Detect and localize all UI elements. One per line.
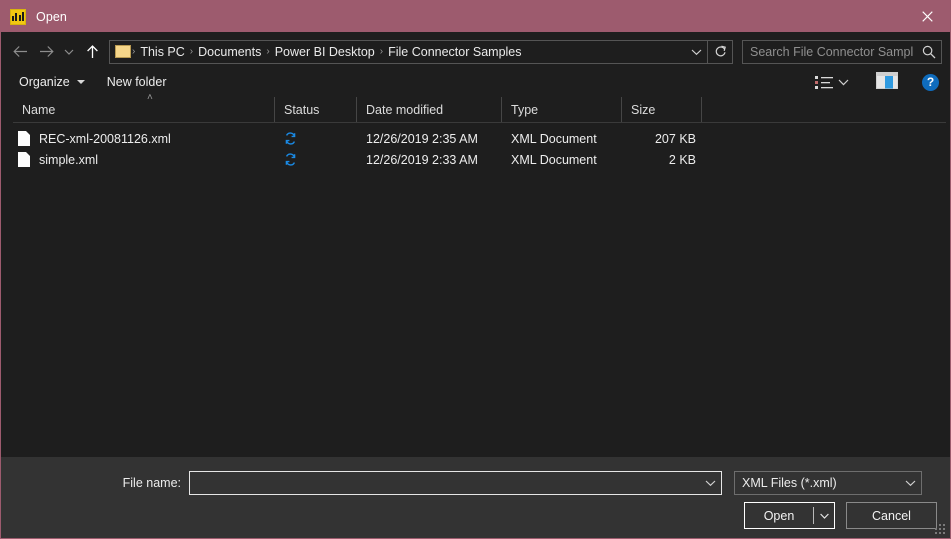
file-name-label: simple.xml xyxy=(39,152,99,167)
breadcrumb-item-documents[interactable]: Documents xyxy=(194,45,265,59)
file-name-cell[interactable]: simple.xml xyxy=(13,152,275,167)
file-type-cell: XML Document xyxy=(511,152,597,167)
file-list[interactable]: REC-xml-20081126.xml 12/26/2019 2:35 AM … xyxy=(1,123,950,457)
preview-pane-button[interactable] xyxy=(868,69,906,95)
column-header-type[interactable]: Type xyxy=(502,97,622,122)
file-size-cell: 207 KB xyxy=(654,131,696,146)
window-title: Open xyxy=(36,9,67,24)
preview-pane-icon xyxy=(876,72,898,89)
view-caret-icon[interactable] xyxy=(837,75,849,89)
file-name-label-static: File name: xyxy=(122,476,181,490)
search-box[interactable] xyxy=(742,39,942,64)
xml-document-icon xyxy=(18,131,30,146)
cancel-button[interactable]: Cancel xyxy=(846,502,937,529)
file-type-cell: XML Document xyxy=(511,131,597,146)
file-name-input[interactable] xyxy=(190,476,699,490)
table-row[interactable]: REC-xml-20081126.xml 12/26/2019 2:35 AM … xyxy=(13,128,946,149)
file-date-cell: 12/26/2019 2:33 AM xyxy=(366,152,478,167)
recent-locations-button[interactable] xyxy=(59,39,79,65)
breadcrumb-item-power-bi-desktop[interactable]: Power BI Desktop xyxy=(271,45,379,59)
refresh-icon[interactable] xyxy=(707,40,732,63)
breadcrumb-item-file-connector-samples[interactable]: File Connector Samples xyxy=(384,45,525,59)
table-row[interactable]: simple.xml 12/26/2019 2:33 AM XML Docume… xyxy=(13,149,946,170)
dialog-footer: File name: XML Files (*.xml) Open Cancel xyxy=(1,457,950,538)
folder-icon xyxy=(115,45,131,58)
column-header-row: ˄ Name Status Date modified Type Size xyxy=(13,93,946,123)
file-type-filter-select[interactable]: XML Files (*.xml) xyxy=(734,471,922,495)
new-folder-label: New folder xyxy=(106,75,167,89)
new-folder-button[interactable]: New folder xyxy=(101,72,173,92)
dialog-buttons: Open Cancel xyxy=(744,502,937,529)
cancel-label: Cancel xyxy=(872,508,911,523)
file-name-dropdown-icon[interactable] xyxy=(699,472,721,494)
breadcrumb-item-this-pc[interactable]: This PC xyxy=(136,45,188,59)
file-name-combobox[interactable] xyxy=(189,471,722,495)
file-date-cell: 12/26/2019 2:35 AM xyxy=(366,131,478,146)
open-file-dialog: Open › This PC › Documents › Power BI De… xyxy=(0,0,951,539)
column-header-size[interactable]: Size xyxy=(622,97,702,122)
powerbi-chart-icon xyxy=(10,8,26,25)
file-type-filter-chevron-icon[interactable] xyxy=(899,472,921,494)
search-icon[interactable] xyxy=(917,41,941,63)
file-size-cell: 2 KB xyxy=(668,152,696,167)
onedrive-sync-icon xyxy=(284,132,297,145)
column-header-name[interactable]: Name xyxy=(13,97,275,122)
file-status-cell xyxy=(275,153,357,166)
search-input[interactable] xyxy=(743,44,917,59)
view-options-button[interactable] xyxy=(810,72,854,92)
xml-document-icon xyxy=(18,152,30,167)
list-view-icon xyxy=(815,76,833,89)
help-icon[interactable]: ? xyxy=(922,73,939,91)
address-bar[interactable]: › This PC › Documents › Power BI Desktop… xyxy=(109,39,733,64)
column-header-status[interactable]: Status xyxy=(275,97,357,122)
breadcrumb: › This PC › Documents › Power BI Desktop… xyxy=(131,45,685,59)
navigation-bar: › This PC › Documents › Power BI Desktop… xyxy=(1,36,950,67)
file-name-cell[interactable]: REC-xml-20081126.xml xyxy=(13,131,275,146)
open-dropdown-icon[interactable] xyxy=(814,513,834,519)
column-header-filler xyxy=(702,97,946,122)
title-bar: Open xyxy=(1,1,950,32)
file-status-cell xyxy=(275,132,357,145)
organize-button[interactable]: Organize xyxy=(13,72,91,92)
open-button[interactable]: Open xyxy=(744,502,835,529)
onedrive-sync-icon xyxy=(284,153,297,166)
help-label: ? xyxy=(926,75,935,89)
toolbar-right-group: ? xyxy=(810,69,942,95)
file-name-row: File name: XML Files (*.xml) xyxy=(1,471,950,495)
file-type-filter-value: XML Files (*.xml) xyxy=(742,476,837,490)
open-label: Open xyxy=(763,508,795,523)
file-name-label: REC-xml-20081126.xml xyxy=(39,131,171,146)
up-button[interactable] xyxy=(79,39,105,65)
back-button[interactable] xyxy=(7,39,33,65)
organize-label: Organize xyxy=(19,75,70,89)
chevron-down-icon xyxy=(76,80,85,84)
column-header-date-modified[interactable]: Date modified xyxy=(357,97,502,122)
forward-button[interactable] xyxy=(33,39,59,65)
close-icon[interactable] xyxy=(904,1,950,32)
address-dropdown-icon[interactable] xyxy=(685,41,707,63)
resize-grip-icon[interactable] xyxy=(935,524,946,535)
command-toolbar: Organize New folder ? xyxy=(1,67,950,97)
